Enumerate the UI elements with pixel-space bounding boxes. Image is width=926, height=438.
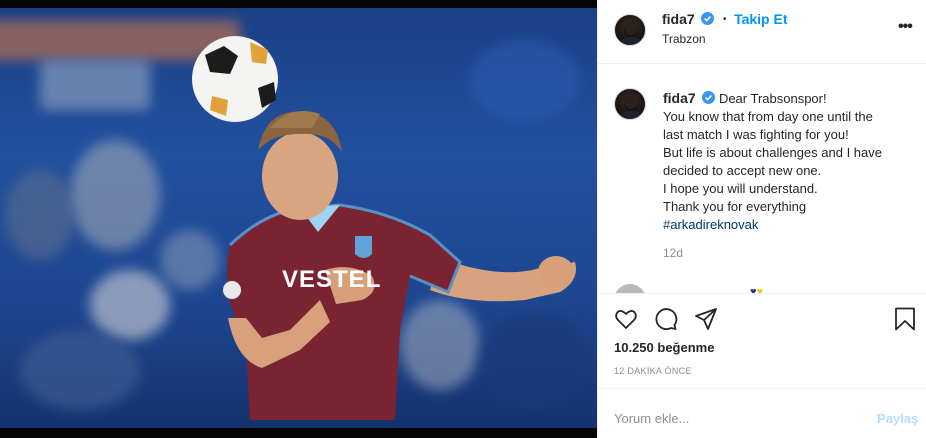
comment-form: Yorum ekle... Paylaş <box>598 388 926 438</box>
caption-line: last match I was fighting for you! <box>663 127 849 142</box>
like-count[interactable]: 10.250 beğenme <box>614 340 714 355</box>
post-comment-button[interactable]: Paylaş <box>877 411 918 426</box>
caption-author[interactable]: fida7 <box>663 90 696 106</box>
post-side-panel: fida7 • Takip Et Trabzon ••• fida7 Dear … <box>597 0 926 438</box>
post-header: fida7 • Takip Et Trabzon ••• <box>598 0 926 64</box>
photo-bottom-border <box>0 428 597 438</box>
post-photo[interactable]: VESTEL <box>0 0 597 438</box>
caption-line: I hope you will understand. <box>663 181 818 196</box>
comment-preview-clipped: ♥♥ <box>614 284 914 293</box>
caption-line: Dear Trabsonspor! <box>718 91 827 106</box>
commenter-avatar[interactable] <box>614 284 646 293</box>
heart-icon[interactable] <box>614 307 638 331</box>
caption-avatar[interactable] <box>614 88 646 120</box>
heart-emoji-icon: ♥♥ <box>750 286 764 293</box>
caption-line: You know that from day one until the <box>663 109 873 124</box>
more-dots-icon[interactable]: ••• <box>898 18 913 36</box>
action-bar: 10.250 beğenme 12 DAKİKA ÖNCE <box>598 293 926 388</box>
caption-line: decided to accept new one. <box>663 163 822 178</box>
jersey-sponsor-text: VESTEL <box>282 266 382 293</box>
verified-badge-icon <box>701 12 715 25</box>
verified-badge-icon <box>702 91 716 104</box>
hashtag-link[interactable]: #arkadireknovak <box>663 216 913 234</box>
comment-input[interactable]: Yorum ekle... <box>614 411 689 426</box>
author-username[interactable]: fida7 <box>662 11 695 27</box>
caption-age[interactable]: 12d <box>663 246 683 260</box>
author-row: fida7 • Takip Et <box>662 11 788 27</box>
post-location[interactable]: Trabzon <box>662 32 706 46</box>
avatar[interactable] <box>614 14 646 46</box>
share-icon[interactable] <box>694 307 718 331</box>
post-timestamp[interactable]: 12 DAKİKA ÖNCE <box>614 366 692 376</box>
separator-dot-icon: • <box>722 14 727 25</box>
caption-line: But life is about challenges and I have <box>663 145 882 160</box>
caption-text: fida7 Dear Trabsonspor! You know that fr… <box>663 89 913 234</box>
comment-icon[interactable] <box>654 307 678 331</box>
caption-area: fida7 Dear Trabsonspor! You know that fr… <box>598 65 926 293</box>
follow-button[interactable]: Takip Et <box>734 11 787 27</box>
caption-line: Thank you for everything <box>663 199 807 214</box>
player-illustration <box>192 36 576 420</box>
save-bookmark-icon[interactable] <box>894 307 916 331</box>
